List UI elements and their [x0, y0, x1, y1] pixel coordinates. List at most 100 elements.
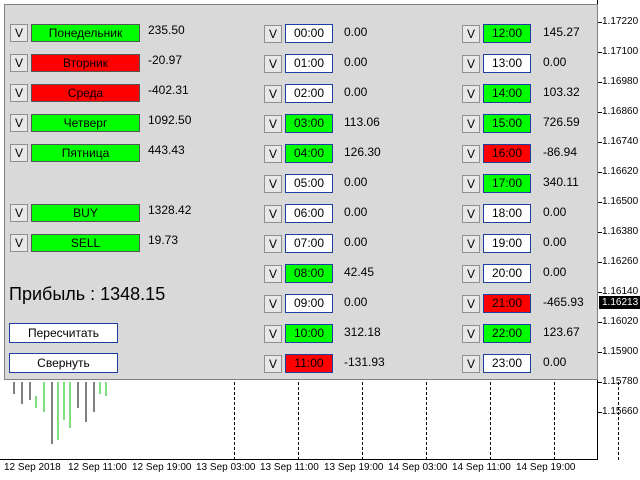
period-separator — [554, 382, 555, 460]
current-price-label: 1.16213 — [599, 296, 640, 309]
price-tick-label: 1.15900 — [602, 346, 639, 357]
hour-toggle-6[interactable]: V — [264, 205, 282, 223]
direction-toggle-1[interactable]: V — [10, 234, 28, 252]
hour-value-16: -86.94 — [543, 145, 578, 159]
hour-label-5[interactable]: 05:00 — [285, 174, 333, 193]
hour-label-9[interactable]: 09:00 — [285, 294, 333, 313]
time-tick-label: 14 Sep 11:00 — [452, 462, 511, 473]
hour-label-2[interactable]: 02:00 — [285, 84, 333, 103]
hour-label-3[interactable]: 03:00 — [285, 114, 333, 133]
time-tick-label: 12 Sep 19:00 — [132, 462, 192, 473]
hour-toggle-0[interactable]: V — [264, 25, 282, 43]
hour-label-13[interactable]: 13:00 — [483, 54, 531, 73]
hour-toggle-12[interactable]: V — [462, 25, 480, 43]
time-tick-label: 14 Sep 03:00 — [388, 462, 448, 473]
hour-label-21[interactable]: 21:00 — [483, 294, 531, 313]
hour-value-17: 340.11 — [543, 175, 579, 189]
hour-label-19[interactable]: 19:00 — [483, 234, 531, 253]
hour-value-21: -465.93 — [543, 295, 584, 309]
profit-label: Прибыль : 1348.15 — [9, 284, 166, 304]
hour-toggle-16[interactable]: V — [462, 145, 480, 163]
hour-label-7[interactable]: 07:00 — [285, 234, 333, 253]
hour-toggle-11[interactable]: V — [264, 355, 282, 373]
price-tick-label: 1.16380 — [602, 226, 639, 237]
hour-label-23[interactable]: 23:00 — [483, 354, 531, 373]
collapse-button[interactable]: Свернуть — [9, 353, 118, 373]
hour-label-14[interactable]: 14:00 — [483, 84, 531, 103]
hour-label-1[interactable]: 01:00 — [285, 54, 333, 73]
day-toggle-4[interactable]: V — [10, 144, 28, 162]
hour-value-5: 0.00 — [344, 175, 368, 189]
hour-label-18[interactable]: 18:00 — [483, 204, 531, 223]
hour-toggle-5[interactable]: V — [264, 175, 282, 193]
day-value-3: 1092.50 — [148, 113, 192, 127]
hour-toggle-4[interactable]: V — [264, 145, 282, 163]
hour-label-22[interactable]: 22:00 — [483, 324, 531, 343]
hour-label-16[interactable]: 16:00 — [483, 144, 531, 163]
price-tick-label: 1.16500 — [602, 196, 639, 207]
price-tick-label: 1.16140 — [602, 286, 639, 297]
hour-toggle-23[interactable]: V — [462, 355, 480, 373]
hour-toggle-19[interactable]: V — [462, 235, 480, 253]
hour-toggle-22[interactable]: V — [462, 325, 480, 343]
hour-value-1: 0.00 — [344, 55, 368, 69]
hour-value-4: 126.30 — [344, 145, 381, 159]
price-tick-label: 1.16020 — [602, 316, 639, 327]
hour-toggle-1[interactable]: V — [264, 55, 282, 73]
hour-value-6: 0.00 — [344, 205, 368, 219]
hour-value-22: 123.67 — [543, 325, 580, 339]
day-value-0: 235.50 — [148, 23, 185, 37]
hour-label-12[interactable]: 12:00 — [483, 24, 531, 43]
price-tick-label: 1.16260 — [602, 256, 639, 267]
period-separator — [298, 382, 299, 460]
hour-value-12: 145.27 — [543, 25, 580, 39]
hour-toggle-14[interactable]: V — [462, 85, 480, 103]
day-label-4[interactable]: Пятница — [31, 144, 140, 162]
price-tick-label: 1.16740 — [602, 136, 639, 147]
price-tick-label: 1.16620 — [602, 166, 639, 177]
price-tick-label: 1.15780 — [602, 376, 639, 387]
hour-label-8[interactable]: 08:00 — [285, 264, 333, 283]
day-toggle-2[interactable]: V — [10, 84, 28, 102]
hour-label-11[interactable]: 11:00 — [285, 354, 333, 373]
hour-toggle-21[interactable]: V — [462, 295, 480, 313]
direction-label-1[interactable]: SELL — [31, 234, 140, 252]
hour-toggle-17[interactable]: V — [462, 175, 480, 193]
day-value-1: -20.97 — [148, 53, 183, 67]
day-toggle-1[interactable]: V — [10, 54, 28, 72]
time-tick-label: 13 Sep 11:00 — [260, 462, 319, 473]
hour-toggle-7[interactable]: V — [264, 235, 282, 253]
day-label-2[interactable]: Среда — [31, 84, 140, 102]
hour-label-15[interactable]: 15:00 — [483, 114, 531, 133]
day-toggle-3[interactable]: V — [10, 114, 28, 132]
direction-toggle-0[interactable]: V — [10, 204, 28, 222]
hour-label-0[interactable]: 00:00 — [285, 24, 333, 43]
hour-label-20[interactable]: 20:00 — [483, 264, 531, 283]
hour-label-6[interactable]: 06:00 — [285, 204, 333, 223]
price-tick-label: 1.17220 — [602, 16, 639, 27]
hour-value-13: 0.00 — [543, 55, 567, 69]
direction-value-0: 1328.42 — [148, 203, 192, 217]
day-label-3[interactable]: Четверг — [31, 114, 140, 132]
hour-toggle-2[interactable]: V — [264, 85, 282, 103]
day-label-0[interactable]: Понедельник — [31, 24, 140, 42]
hour-toggle-9[interactable]: V — [264, 295, 282, 313]
hour-value-19: 0.00 — [543, 235, 567, 249]
hour-toggle-15[interactable]: V — [462, 115, 480, 133]
hour-value-14: 103.32 — [543, 85, 580, 99]
hour-toggle-13[interactable]: V — [462, 55, 480, 73]
day-toggle-0[interactable]: V — [10, 24, 28, 42]
hour-label-4[interactable]: 04:00 — [285, 144, 333, 163]
recalculate-button[interactable]: Пересчитать — [9, 323, 118, 343]
period-separator — [426, 382, 427, 460]
day-label-1[interactable]: Вторник — [31, 54, 140, 72]
hour-label-17[interactable]: 17:00 — [483, 174, 531, 193]
hour-label-10[interactable]: 10:00 — [285, 324, 333, 343]
direction-label-0[interactable]: BUY — [31, 204, 140, 222]
hour-toggle-3[interactable]: V — [264, 115, 282, 133]
hour-toggle-18[interactable]: V — [462, 205, 480, 223]
hour-toggle-10[interactable]: V — [264, 325, 282, 343]
hour-toggle-20[interactable]: V — [462, 265, 480, 283]
hour-value-0: 0.00 — [344, 25, 368, 39]
hour-toggle-8[interactable]: V — [264, 265, 282, 283]
